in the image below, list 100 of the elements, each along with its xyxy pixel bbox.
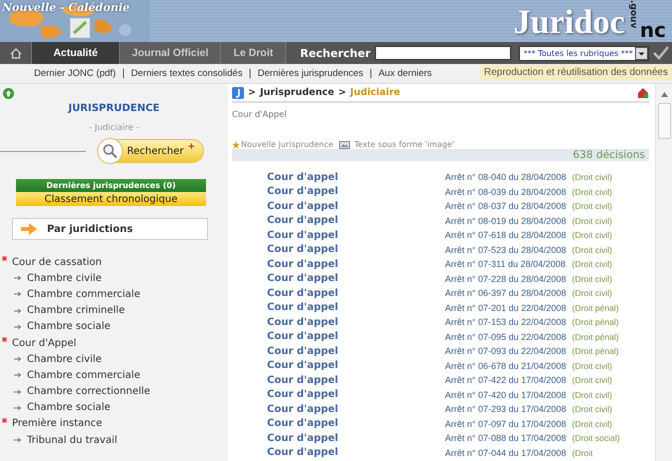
tooltip: Reproduction et réutilisation des données (480, 65, 672, 80)
tree-subitem[interactable]: Chambre civile (2, 351, 228, 368)
domain-label: (Droit pénal) (572, 317, 620, 328)
arrow-icon (14, 275, 22, 282)
court-link[interactable]: Cour d'appel (267, 200, 445, 212)
court-link[interactable]: Cour d'appel (267, 316, 445, 328)
court-link[interactable]: Cour d'appel (267, 404, 445, 415)
tree-subitem[interactable]: Tribunal du travail (2, 432, 228, 448)
decision-link[interactable]: Arrêt n° 06-678 du 21/04/2008 (445, 360, 572, 371)
search-field[interactable] (374, 46, 511, 60)
court-link[interactable]: Cour d'appel (267, 273, 445, 284)
tree-subitem[interactable]: Chambre sociale (2, 318, 228, 335)
subnav-link[interactable]: Dernier JONC (pdf) (34, 68, 116, 79)
nav-tab[interactable]: Journal Officiel (120, 42, 222, 64)
checkmark-icon[interactable] (652, 46, 669, 60)
scrollbar[interactable] (655, 84, 672, 461)
court-link[interactable]: Cour d'appel (267, 331, 445, 342)
tree-subitem[interactable]: Chambre civile (2, 270, 228, 286)
house-icon[interactable] (637, 86, 649, 98)
logo-icon (232, 86, 244, 98)
subnav-link[interactable]: Dernières jurisprudences (258, 68, 364, 79)
court-heading: Cour d'Appel (232, 110, 288, 120)
decision-link[interactable]: Arrêt n° 07-311 du 28/04/2008 (445, 259, 572, 270)
court-link[interactable]: Cour d'appel (267, 432, 445, 444)
arrow-icon (14, 308, 22, 314)
dropdown-icon (634, 46, 648, 60)
bullet-icon (2, 256, 7, 261)
court-link[interactable]: Cour d'appel (267, 447, 445, 458)
decision-link[interactable]: Arrêt n° 07-293 du 17/04/2008 (445, 404, 572, 414)
search-button[interactable]: Rechercher + (98, 139, 204, 163)
court-link[interactable]: Cour d'appel (267, 360, 445, 372)
separator: | (122, 68, 126, 79)
chronological-button[interactable]: Classement chronologique (16, 192, 206, 206)
latest-button[interactable]: Dernières jurisprudences (0) (16, 179, 206, 192)
domain-label: (Droit pénal) (572, 332, 620, 342)
decision-link[interactable]: Arrêt n° 07-088 du 17/04/2008 (445, 433, 572, 444)
domain-label: (Droit civil) (572, 418, 614, 429)
arrow-icon (14, 404, 22, 411)
court-link[interactable]: Cour d'appel (267, 389, 445, 400)
domain-label: (Droit civil) (572, 375, 614, 386)
court-link[interactable]: Cour d'appel (267, 215, 445, 226)
court-link[interactable]: Cour d'appel (267, 346, 445, 357)
scope-select[interactable]: *** Toutes les rubriques *** (518, 46, 649, 60)
decision-link[interactable]: Arrêt n° 07-618 du 28/04/2008 (445, 230, 572, 240)
decision-link[interactable]: Arrêt n° 07-523 du 28/04/2008 (445, 244, 572, 255)
scroll-up-icon[interactable] (660, 92, 668, 97)
domain-label: (Droit civil) (572, 274, 614, 284)
tree-item[interactable]: Première instance (2, 416, 228, 432)
court-link[interactable]: Cour d'appel (267, 374, 445, 386)
logo-text: Juridoc (513, 4, 625, 42)
subnav-link[interactable]: Aux derniers (378, 68, 432, 79)
juridictions-button[interactable]: Par juridictions (12, 218, 208, 240)
breadcrumb-link[interactable]: Jurisprudence (260, 87, 334, 98)
subnav-link[interactable]: Derniers textes consolidés (131, 68, 242, 79)
court-link[interactable]: Cour d'appel (267, 186, 445, 198)
court-link[interactable]: Cour d'appel (267, 302, 445, 314)
arrow-icon (14, 437, 22, 444)
tree-item[interactable]: Cour d'Appel (2, 334, 228, 352)
scroll-thumb[interactable] (658, 103, 670, 139)
tree-item[interactable]: Cour de cassation (2, 254, 228, 270)
domain-label: (Droit pénal) (572, 302, 620, 313)
domain-label: (Droit civil) (572, 186, 614, 197)
arrow-icon (14, 388, 22, 395)
tree-subitem[interactable]: Chambre commerciale (2, 286, 228, 303)
home-icon (10, 48, 22, 58)
decision-link[interactable]: Arrêt n° 07-420 du 17/04/2008 (445, 390, 572, 400)
domain-label: (Droit civil) (572, 288, 614, 298)
decision-link[interactable]: Arrêt n° 07-093 du 22/04/2008 (445, 346, 572, 356)
tree-subitem[interactable]: Chambre criminelle (2, 302, 228, 319)
decision-link[interactable]: Arrêt n° 07-422 du 17/04/2008 (445, 375, 572, 386)
decision-link[interactable]: Arrêt n° 07-153 du 22/04/2008 (445, 317, 572, 328)
nav-tab[interactable]: Le Droit (221, 42, 286, 64)
court-link[interactable]: Cour d'appel (267, 258, 445, 270)
decision-link[interactable]: Arrêt n° 07-097 du 17/04/2008 (445, 418, 572, 429)
decision-link[interactable]: Arrêt n° 08-019 du 28/04/2008 (445, 216, 572, 226)
star-icon (232, 140, 240, 148)
domain-label: (Droit civil) (572, 244, 614, 255)
nav-tab[interactable]: Actualité (32, 42, 120, 64)
domain-label: (Droit civil) (572, 201, 614, 212)
arrow-icon (14, 372, 22, 378)
up-arrow-icon[interactable] (3, 88, 14, 99)
tree-subitem[interactable]: Chambre sociale (2, 400, 228, 416)
court-link[interactable]: Cour d'appel (267, 418, 445, 430)
search-icon (102, 143, 118, 159)
court-link[interactable]: Cour d'appel (267, 288, 445, 299)
court-link[interactable]: Cour d'appel (267, 244, 445, 256)
tree-subitem[interactable]: Chambre commerciale (2, 367, 228, 384)
decision-link[interactable]: Arrêt n° 07-044 du 17/04/2008 (445, 448, 572, 458)
decision-link[interactable]: Arrêt n° 08-040 du 28/04/2008 (445, 172, 572, 182)
court-link[interactable]: Cour d'appel (267, 230, 445, 241)
court-link[interactable]: Cour d'appel (267, 172, 445, 183)
decision-link[interactable]: Arrêt n° 08-039 du 28/04/2008 (445, 186, 572, 197)
decision-link[interactable]: Arrêt n° 07-228 du 28/04/2008 (445, 274, 572, 284)
decision-link[interactable]: Arrêt n° 08-037 du 28/04/2008 (445, 201, 572, 212)
arrow-icon (14, 291, 22, 298)
tree-subitem[interactable]: Chambre correctionnelle (2, 384, 228, 400)
decision-link[interactable]: Arrêt n° 06-397 du 28/04/2008 (445, 288, 572, 298)
logo-tld: nc (640, 18, 666, 42)
decision-link[interactable]: Arrêt n° 07-201 du 22/04/2008 (445, 302, 572, 313)
decision-link[interactable]: Arrêt n° 07-095 du 22/04/2008 (445, 332, 572, 342)
